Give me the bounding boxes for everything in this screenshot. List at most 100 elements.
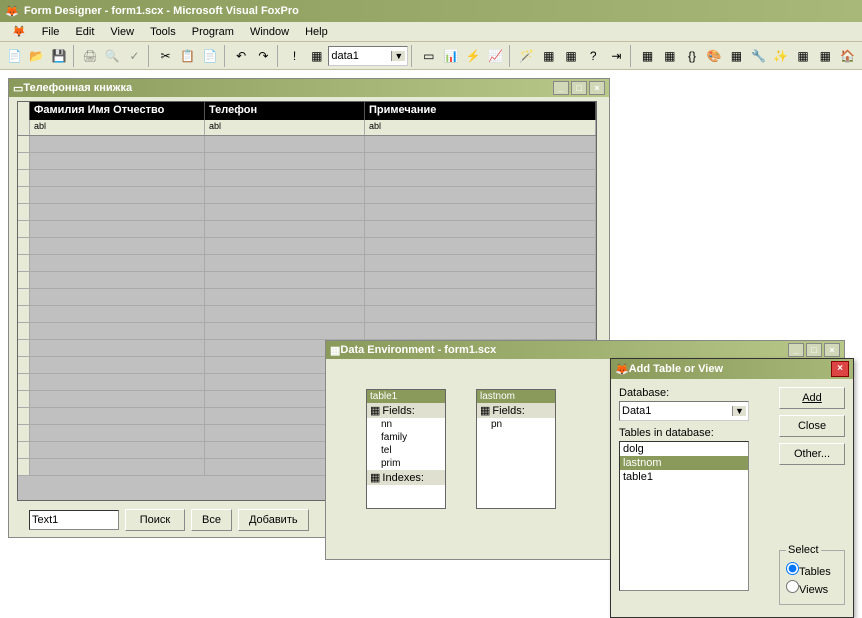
list-item-dolg[interactable]: dolg [620, 442, 748, 456]
field-tel[interactable]: tel [367, 444, 445, 457]
dataenv-titlebar[interactable]: ▦ Data Environment - form1.scx _ □ × [326, 341, 844, 359]
field-nn[interactable]: nn [367, 418, 445, 431]
taborder-icon[interactable]: ⇥ [606, 45, 627, 67]
field-family[interactable]: family [367, 431, 445, 444]
form-titlebar[interactable]: ▭ Телефонная книжка _ □ × [9, 79, 609, 97]
modify-icon[interactable]: ▦ [306, 45, 327, 67]
table-row[interactable] [18, 136, 596, 153]
form-title: Телефонная книжка [23, 82, 132, 94]
tool1-icon[interactable]: ▦ [538, 45, 559, 67]
table1-name: table1 [367, 390, 445, 403]
tool2-icon[interactable]: ▦ [560, 45, 581, 67]
menu-program[interactable]: Program [184, 24, 242, 40]
list-item-lastnom[interactable]: lastnom [620, 456, 748, 470]
grid-subheader: abl abl abl [18, 120, 596, 136]
search-input[interactable] [29, 510, 119, 530]
palette-icon[interactable]: 🎨 [704, 45, 725, 67]
spell-icon[interactable]: ✓ [124, 45, 145, 67]
col-prim[interactable]: Примечание [365, 102, 596, 120]
table-row[interactable] [18, 238, 596, 255]
dialog-title: Add Table or View [629, 363, 723, 375]
database-select[interactable]: ▼ [619, 401, 749, 421]
database-select-input[interactable] [622, 405, 732, 417]
chevron-down-icon[interactable]: ▼ [732, 406, 746, 416]
de-minimize-button[interactable]: _ [788, 343, 804, 357]
field-prim[interactable]: prim [367, 457, 445, 470]
menu-file[interactable]: File [34, 24, 68, 40]
table-row[interactable] [18, 289, 596, 306]
table-row[interactable] [18, 187, 596, 204]
col-fio[interactable]: Фамилия Имя Отчество [30, 102, 205, 120]
code-icon[interactable]: {} [681, 45, 702, 67]
dialog-titlebar[interactable]: 🦊 Add Table or View × [611, 359, 853, 379]
all-button[interactable]: Все [191, 509, 232, 531]
dialog-close-button[interactable]: × [831, 361, 849, 377]
wizard-icon[interactable]: 🪄 [516, 45, 537, 67]
table-row[interactable] [18, 272, 596, 289]
table-row[interactable] [18, 221, 596, 238]
redo-icon[interactable]: ↷ [253, 45, 274, 67]
cut-icon[interactable]: ✂ [155, 45, 176, 67]
dialog-buttons: Add Close Other... [779, 387, 845, 465]
maximize-button[interactable]: □ [571, 81, 587, 95]
table-row[interactable] [18, 204, 596, 221]
tool5-icon[interactable]: 🏠 [837, 45, 858, 67]
layout-icon[interactable]: ▦ [726, 45, 747, 67]
table-row[interactable] [18, 153, 596, 170]
save-icon[interactable]: 💾 [48, 45, 69, 67]
table-row[interactable] [18, 170, 596, 187]
autoformat-icon[interactable]: ✨ [770, 45, 791, 67]
workspace: ▭ Телефонная книжка _ □ × Фамилия Имя От… [0, 70, 862, 576]
autoform-icon[interactable]: ⚡ [463, 45, 484, 67]
new-icon[interactable]: 📄 [4, 45, 25, 67]
open-icon[interactable]: 📂 [26, 45, 47, 67]
select-label: Select [786, 544, 821, 556]
table-row[interactable] [18, 323, 596, 340]
copy-icon[interactable]: 📋 [177, 45, 198, 67]
tables-listbox[interactable]: dolg lastnom table1 [619, 441, 749, 591]
dialog-other-button[interactable]: Other... [779, 443, 845, 465]
autoreport-icon[interactable]: 📈 [485, 45, 506, 67]
menubar: 🦊 File Edit View Tools Program Window He… [0, 22, 862, 42]
form-icon[interactable]: ▭ [418, 45, 439, 67]
help-icon[interactable]: ? [583, 45, 604, 67]
table-row[interactable] [18, 255, 596, 272]
print-icon[interactable]: 🖨 [80, 45, 101, 67]
tool4-icon[interactable]: ▦ [815, 45, 836, 67]
radio-views[interactable]: Views [786, 580, 838, 596]
table-box-table1[interactable]: table1 ▦Fields: nn family tel prim ▦Inde… [366, 389, 446, 509]
props-icon[interactable]: ▦ [659, 45, 680, 67]
minimize-button[interactable]: _ [553, 81, 569, 95]
dataenv-icon: ▦ [330, 344, 340, 357]
dialog-add-button[interactable]: Add [779, 387, 845, 409]
dialog-icon: 🦊 [615, 363, 629, 376]
undo-icon[interactable]: ↶ [231, 45, 252, 67]
table-row[interactable] [18, 306, 596, 323]
run-icon[interactable]: ! [284, 45, 305, 67]
menu-tools[interactable]: Tools [142, 24, 184, 40]
menu-help[interactable]: Help [297, 24, 336, 40]
paste-icon[interactable]: 📄 [200, 45, 221, 67]
database-combo[interactable]: ▼ [328, 46, 408, 66]
dataenv-icon[interactable]: ▦ [637, 45, 658, 67]
preview-icon[interactable]: 🔍 [102, 45, 123, 67]
menu-icon[interactable]: 🦊 [4, 23, 34, 40]
database-combo-input[interactable] [331, 50, 391, 62]
dialog-close-button2[interactable]: Close [779, 415, 845, 437]
chevron-down-icon[interactable]: ▼ [391, 51, 405, 61]
report-icon[interactable]: 📊 [440, 45, 461, 67]
de-close-button[interactable]: × [824, 343, 840, 357]
field-pn[interactable]: pn [477, 418, 555, 431]
table-box-lastnom[interactable]: lastnom ▦Fields: pn [476, 389, 556, 509]
list-item-table1[interactable]: table1 [620, 470, 748, 484]
close-button[interactable]: × [589, 81, 605, 95]
menu-view[interactable]: View [102, 24, 142, 40]
menu-window[interactable]: Window [242, 24, 297, 40]
builder-icon[interactable]: 🔧 [748, 45, 769, 67]
search-button[interactable]: Поиск [125, 509, 185, 531]
menu-edit[interactable]: Edit [67, 24, 102, 40]
col-tel[interactable]: Телефон [205, 102, 365, 120]
tool3-icon[interactable]: ▦ [792, 45, 813, 67]
add-button[interactable]: Добавить [238, 509, 309, 531]
de-maximize-button[interactable]: □ [806, 343, 822, 357]
